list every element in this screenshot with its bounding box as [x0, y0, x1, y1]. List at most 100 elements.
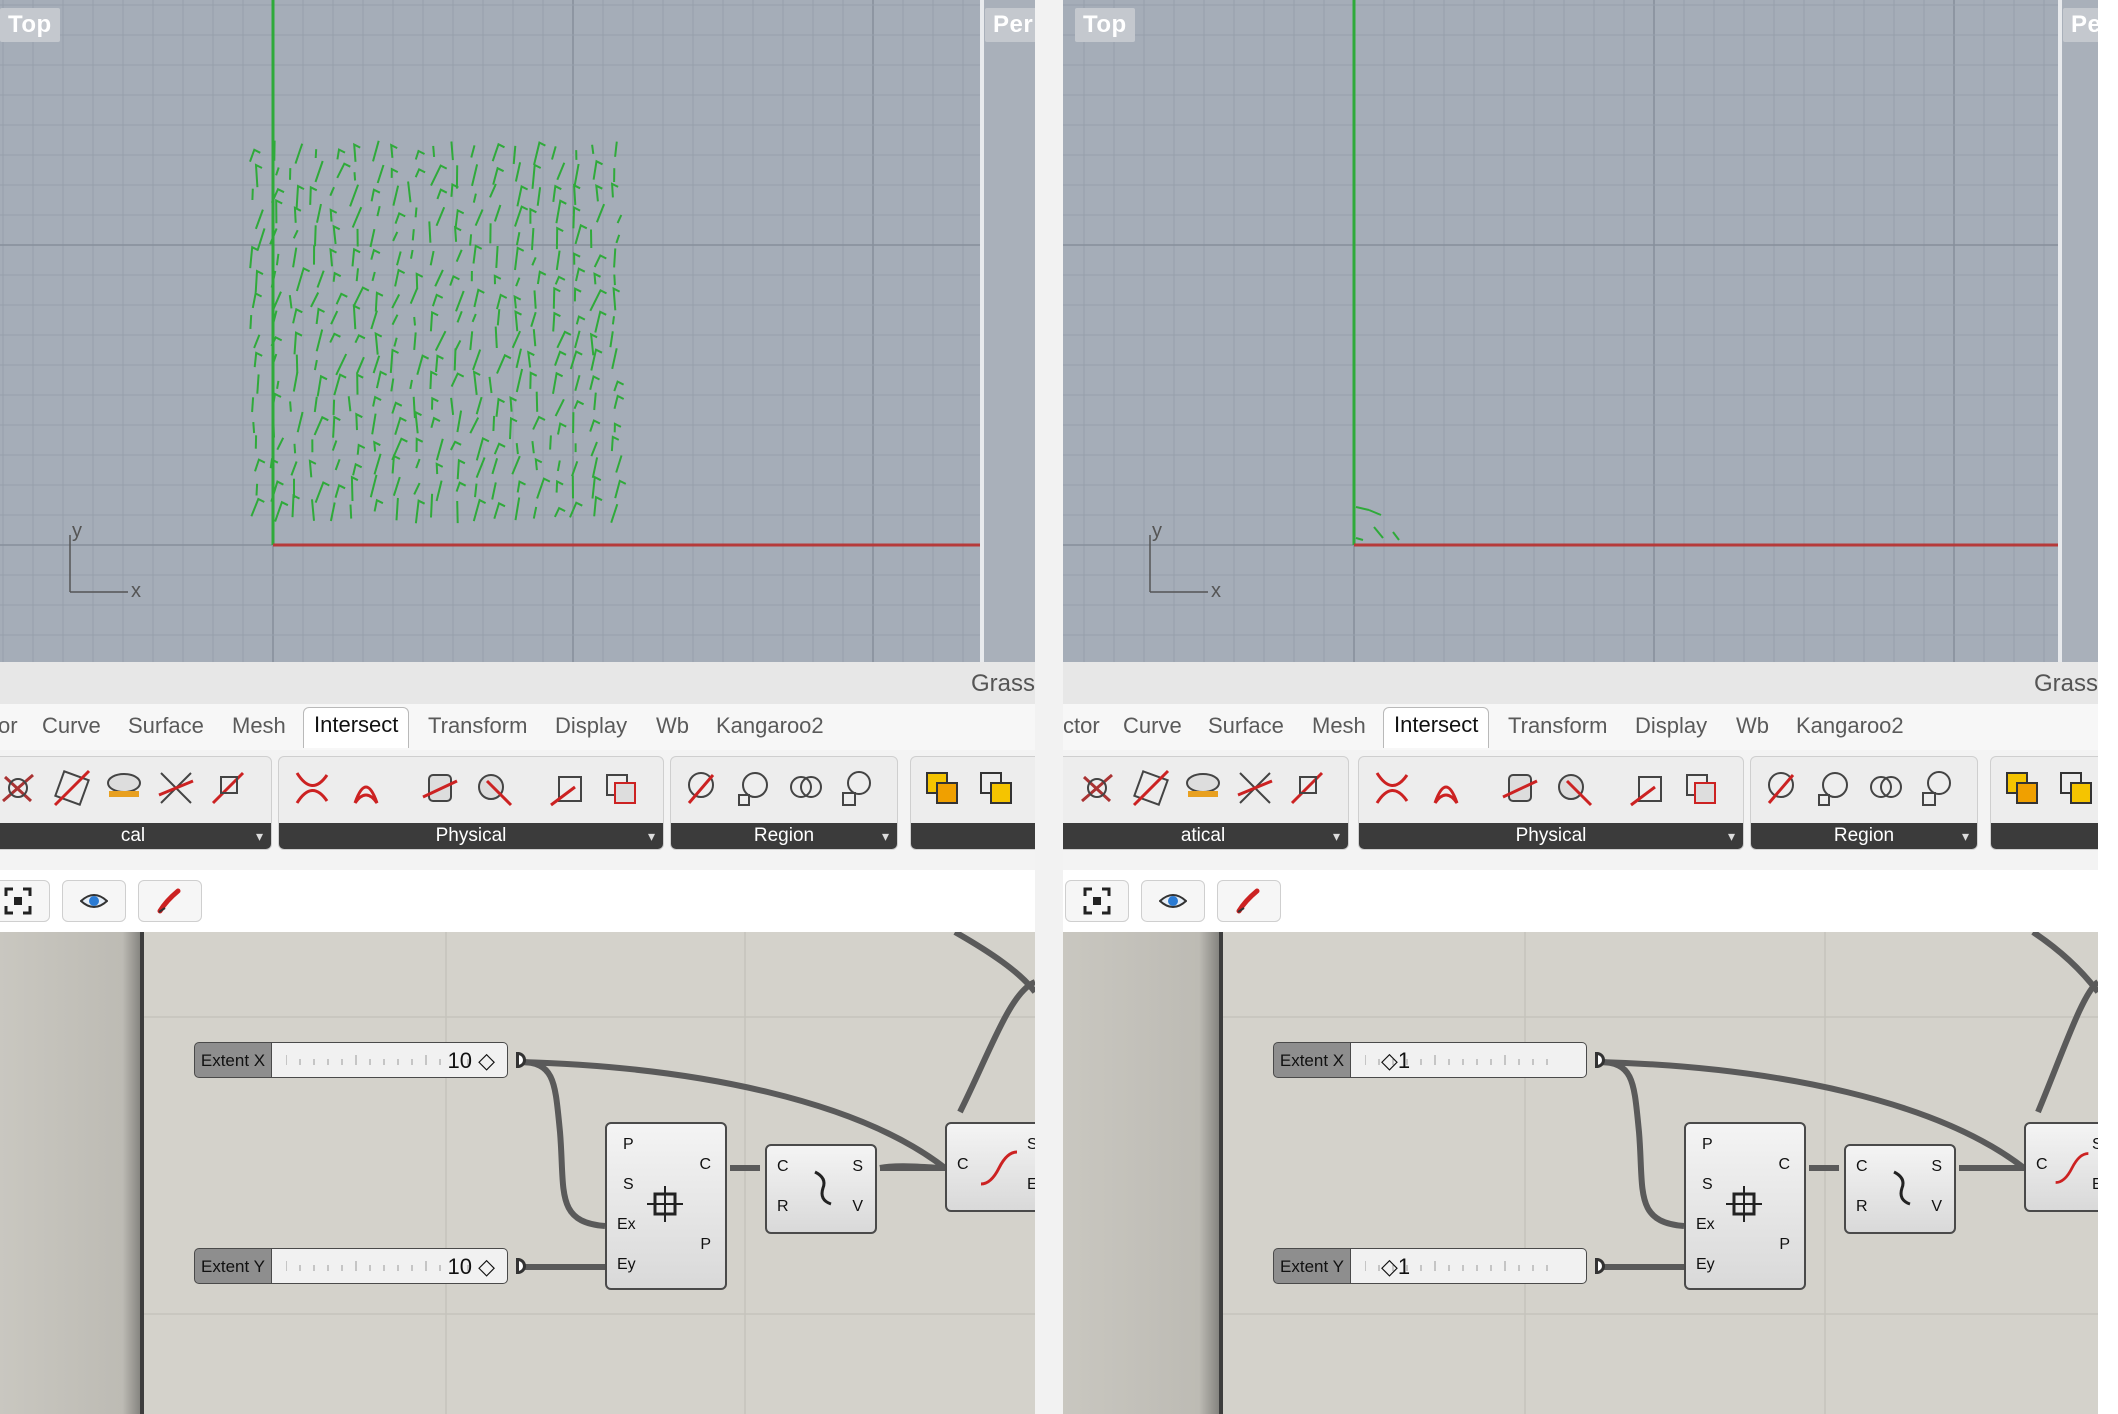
- self-intersect-icon[interactable]: [345, 767, 387, 809]
- expand-arrow-icon[interactable]: ▾: [648, 823, 655, 849]
- region-intersect-icon[interactable]: [837, 767, 879, 809]
- group-boolean[interactable]: [910, 756, 1035, 850]
- group-bar[interactable]: Region ▾: [1751, 823, 1977, 849]
- group-region[interactable]: Region ▾: [670, 756, 898, 850]
- rhino-top-viewport[interactable]: y x Top Per: [0, 0, 1035, 662]
- grasshopper-canvas[interactable]: Extent X 10 ◇ Extent Y 10 ◇ P S Ex Ey C …: [0, 932, 1035, 1414]
- tab-vector[interactable]: or: [0, 713, 18, 739]
- rectangle-component[interactable]: P S Ex Ey C P: [605, 1122, 727, 1290]
- solid-union-icon[interactable]: [2001, 767, 2043, 809]
- input-p[interactable]: P: [1702, 1136, 1713, 1154]
- output-s[interactable]: S: [1027, 1136, 1035, 1154]
- tab-vector[interactable]: ctor: [1063, 713, 1100, 739]
- group-bar[interactable]: Physical ▾: [279, 823, 663, 849]
- viewport-label-top[interactable]: Top: [1075, 8, 1135, 42]
- intersect-icon[interactable]: [1076, 767, 1118, 809]
- tab-curve[interactable]: Curve: [1123, 713, 1182, 739]
- curve-curve-icon[interactable]: [1371, 767, 1413, 809]
- output-c[interactable]: C: [1778, 1156, 1790, 1174]
- solid-difference-icon[interactable]: [2055, 767, 2097, 809]
- slider-track[interactable]: ◇1: [1351, 1042, 1587, 1078]
- solid-union-icon[interactable]: [921, 767, 963, 809]
- tab-mesh[interactable]: Mesh: [1312, 713, 1366, 739]
- preview-button[interactable]: [62, 880, 126, 922]
- mesh-curve-icon[interactable]: [473, 767, 515, 809]
- curve-component[interactable]: C S E: [945, 1122, 1035, 1212]
- perspective-viewport-edge[interactable]: [980, 0, 1035, 662]
- rectangle-component[interactable]: P S Ex Ey C P: [1684, 1122, 1806, 1290]
- viewport-label-top[interactable]: Top: [0, 8, 60, 42]
- group-region[interactable]: Region ▾: [1750, 756, 1978, 850]
- group-mathematical[interactable]: cal ▾: [0, 756, 272, 850]
- expand-arrow-icon[interactable]: ▾: [1333, 823, 1340, 849]
- extent-y-value[interactable]: 10 ◇: [447, 1254, 495, 1280]
- input-s[interactable]: S: [623, 1176, 634, 1194]
- region-union-icon[interactable]: [785, 767, 827, 809]
- extent-y-value[interactable]: ◇1: [1381, 1254, 1410, 1280]
- tab-transform[interactable]: Transform: [428, 713, 527, 739]
- zoom-extents-button[interactable]: [0, 880, 50, 922]
- zoom-extents-button[interactable]: [1065, 880, 1129, 922]
- surface-intersect-icon[interactable]: [103, 767, 145, 809]
- sketch-button[interactable]: [1217, 880, 1281, 922]
- multi-intersect-icon[interactable]: [207, 767, 249, 809]
- tab-wb[interactable]: Wb: [656, 713, 689, 739]
- divide-curve-component[interactable]: C R S V: [765, 1144, 877, 1234]
- group-bar[interactable]: atical ▾: [1063, 823, 1348, 849]
- brep-curve-icon[interactable]: [419, 767, 461, 809]
- expand-arrow-icon[interactable]: ▾: [1962, 823, 1969, 849]
- line-intersect-icon[interactable]: [155, 767, 197, 809]
- region-split-icon[interactable]: [1761, 767, 1803, 809]
- output-v[interactable]: V: [1931, 1198, 1942, 1216]
- tab-kangaroo2[interactable]: Kangaroo2: [716, 713, 824, 739]
- output-e[interactable]: E: [2092, 1176, 2098, 1194]
- tab-transform[interactable]: Transform: [1508, 713, 1607, 739]
- group-bar[interactable]: Physical ▾: [1359, 823, 1743, 849]
- slider-track[interactable]: 10 ◇: [272, 1248, 508, 1284]
- tab-display[interactable]: Display: [555, 713, 627, 739]
- output-s[interactable]: S: [852, 1158, 863, 1176]
- output-p[interactable]: P: [1779, 1236, 1790, 1254]
- group-physical[interactable]: Physical ▾: [278, 756, 664, 850]
- region-trim-icon[interactable]: [733, 767, 775, 809]
- preview-button[interactable]: [1141, 880, 1205, 922]
- group-mathematical[interactable]: atical ▾: [1063, 756, 1349, 850]
- extent-x-value[interactable]: ◇1: [1381, 1048, 1410, 1074]
- input-s[interactable]: S: [1702, 1176, 1713, 1194]
- input-ey[interactable]: Ey: [617, 1256, 636, 1274]
- slider-track[interactable]: ◇1: [1351, 1248, 1587, 1284]
- rhino-top-viewport[interactable]: y x Top Per: [1063, 0, 2098, 662]
- group-physical[interactable]: Physical ▾: [1358, 756, 1744, 850]
- plane-intersect-icon[interactable]: [1130, 767, 1172, 809]
- curve-component[interactable]: C S E: [2024, 1122, 2098, 1212]
- group-boolean[interactable]: [1990, 756, 2098, 850]
- region-intersect-icon[interactable]: [1917, 767, 1959, 809]
- region-trim-icon[interactable]: [1813, 767, 1855, 809]
- solid-difference-icon[interactable]: [975, 767, 1017, 809]
- line-intersect-icon[interactable]: [1234, 767, 1276, 809]
- tab-mesh[interactable]: Mesh: [232, 713, 286, 739]
- viewport-label-perspective[interactable]: Per: [2063, 8, 2098, 42]
- tab-display[interactable]: Display: [1635, 713, 1707, 739]
- grasshopper-canvas[interactable]: Extent X ◇1 Extent Y ◇1 P S Ex Ey C P C: [1063, 932, 2098, 1414]
- multi-intersect-icon[interactable]: [1286, 767, 1328, 809]
- mesh-curve-icon[interactable]: [1553, 767, 1595, 809]
- output-p[interactable]: P: [700, 1236, 711, 1254]
- region-union-icon[interactable]: [1865, 767, 1907, 809]
- tab-surface[interactable]: Surface: [128, 713, 204, 739]
- mesh-plane-icon[interactable]: [599, 767, 641, 809]
- group-bar[interactable]: [1991, 823, 2098, 849]
- input-c[interactable]: C: [777, 1158, 789, 1176]
- divide-curve-component[interactable]: C R S V: [1844, 1144, 1956, 1234]
- tab-intersect[interactable]: Intersect: [1383, 707, 1490, 748]
- sketch-button[interactable]: [138, 880, 202, 922]
- input-ex[interactable]: Ex: [1696, 1216, 1715, 1234]
- input-p[interactable]: P: [623, 1136, 634, 1154]
- mesh-ray-icon[interactable]: [547, 767, 589, 809]
- tab-kangaroo2[interactable]: Kangaroo2: [1796, 713, 1904, 739]
- perspective-viewport-edge[interactable]: [2058, 0, 2098, 662]
- plane-intersect-icon[interactable]: [51, 767, 93, 809]
- extent-y-slider[interactable]: Extent Y ◇1: [1273, 1248, 1593, 1284]
- output-v[interactable]: V: [852, 1198, 863, 1216]
- group-bar[interactable]: Region ▾: [671, 823, 897, 849]
